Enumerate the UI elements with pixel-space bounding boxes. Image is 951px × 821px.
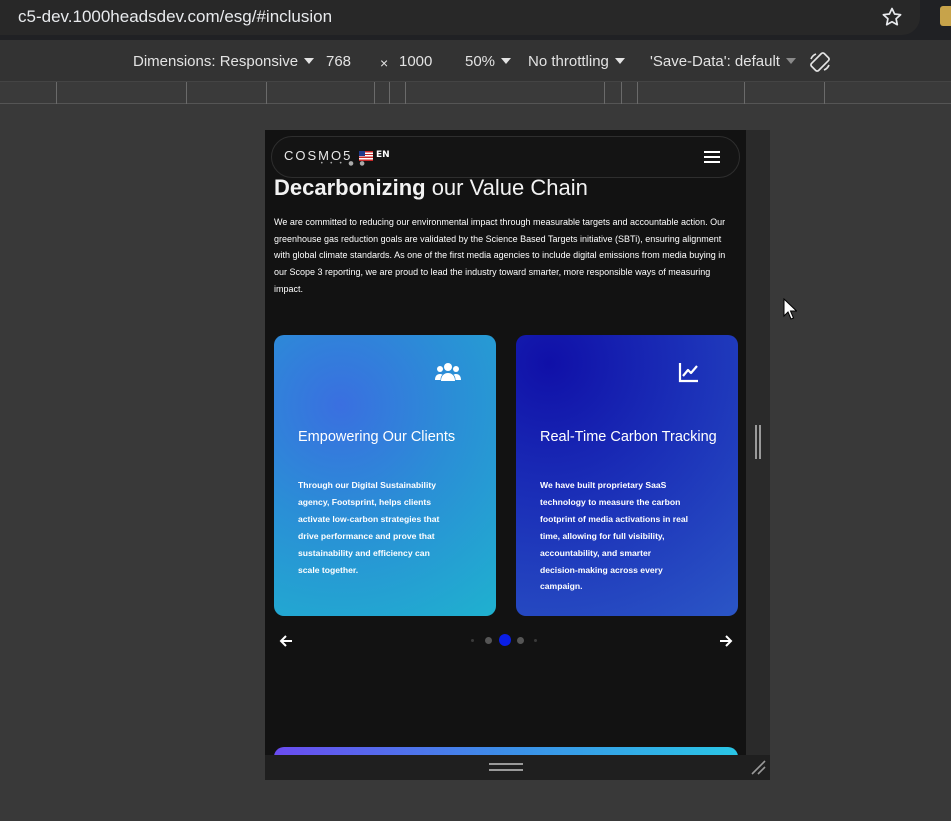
- ruler-tick[interactable]: [604, 82, 605, 104]
- chevron-down-icon: [501, 58, 512, 64]
- zoom-label: 50%: [465, 53, 496, 70]
- chevron-down-icon: [785, 58, 796, 64]
- rotate-device-icon[interactable]: [808, 50, 832, 74]
- extension-icon[interactable]: [940, 6, 951, 26]
- pagination-dot[interactable]: [485, 637, 492, 644]
- heading-bold: Decarbonizing: [274, 175, 426, 200]
- bookmark-star-icon[interactable]: [880, 5, 904, 29]
- intro-paragraph: We are committed to reducing our environ…: [274, 217, 726, 294]
- pagination-dot[interactable]: [517, 637, 524, 644]
- save-data-label: 'Save-Data': default: [650, 53, 780, 70]
- pagination-dot-active[interactable]: [499, 634, 511, 646]
- pagination-dot[interactable]: [534, 639, 537, 642]
- card-body: Through our Digital Sustainability agenc…: [298, 480, 440, 575]
- device-viewport: COSMO5 • • • ● ● EN Decarbonizing our Va…: [265, 130, 770, 780]
- times-symbol: ×: [380, 55, 389, 71]
- media-query-ruler: [0, 82, 951, 104]
- ruler-tick[interactable]: [824, 82, 825, 104]
- resize-corner-icon[interactable]: [749, 758, 767, 776]
- ruler-tick[interactable]: [637, 82, 638, 104]
- line-chart-icon: [678, 363, 698, 383]
- arrow-right-icon[interactable]: [718, 633, 734, 649]
- ruler-tick[interactable]: [374, 82, 375, 104]
- web-page: COSMO5 • • • ● ● EN Decarbonizing our Va…: [265, 130, 746, 755]
- width-input[interactable]: 768: [326, 53, 351, 70]
- height-input[interactable]: 1000: [399, 53, 432, 70]
- us-flag-icon[interactable]: [359, 151, 373, 161]
- card-title: Real-Time Carbon Tracking: [540, 429, 717, 445]
- ruler-tick[interactable]: [621, 82, 622, 104]
- site-navbar: COSMO5 • • • ● ● EN: [271, 136, 740, 178]
- url-text[interactable]: c5-dev.1000headsdev.com/esg/#inclusion: [18, 7, 332, 27]
- resize-handle-right[interactable]: [755, 425, 761, 459]
- section-heading: Decarbonizing our Value Chain: [274, 175, 588, 201]
- hamburger-menu-icon[interactable]: [704, 151, 720, 163]
- ruler-tick[interactable]: [56, 82, 57, 104]
- ruler-tick[interactable]: [266, 82, 267, 104]
- next-section-banner: [274, 747, 738, 755]
- throttling-dropdown[interactable]: No throttling: [528, 53, 625, 70]
- carousel-card[interactable]: Real-Time Carbon Tracking We have built …: [516, 335, 738, 616]
- throttling-label: No throttling: [528, 53, 609, 70]
- card-title: Empowering Our Clients: [298, 429, 456, 445]
- ruler-tick[interactable]: [744, 82, 745, 104]
- logo-dots-icon: • • • ● ●: [320, 160, 367, 167]
- dimensions-label: Dimensions: Responsive: [133, 53, 299, 70]
- device-toolbar: Dimensions: Responsive 768 × 1000 50% No…: [0, 40, 951, 82]
- ruler-tick[interactable]: [405, 82, 406, 104]
- mouse-cursor-icon: [783, 298, 797, 320]
- browser-address-bar: c5-dev.1000headsdev.com/esg/#inclusion: [0, 0, 951, 40]
- language-selector[interactable]: EN: [376, 150, 390, 160]
- users-icon: [435, 363, 461, 381]
- zoom-dropdown[interactable]: 50%: [465, 53, 512, 70]
- ruler-tick[interactable]: [389, 82, 390, 104]
- pagination-dot[interactable]: [471, 639, 474, 642]
- url-box[interactable]: c5-dev.1000headsdev.com/esg/#inclusion: [0, 0, 920, 35]
- resize-handle-bottom[interactable]: [489, 763, 523, 771]
- heading-rest: our Value Chain: [425, 175, 588, 200]
- chevron-down-icon: [304, 58, 315, 64]
- carousel-card[interactable]: Empowering Our Clients Through our Digit…: [274, 335, 496, 616]
- ruler-tick[interactable]: [186, 82, 187, 104]
- save-data-dropdown[interactable]: 'Save-Data': default: [650, 53, 796, 70]
- arrow-left-icon[interactable]: [278, 633, 294, 649]
- card-body: We have built proprietary SaaS technolog…: [540, 480, 689, 592]
- dimensions-dropdown[interactable]: Dimensions: Responsive: [133, 53, 315, 70]
- chevron-down-icon: [614, 58, 625, 64]
